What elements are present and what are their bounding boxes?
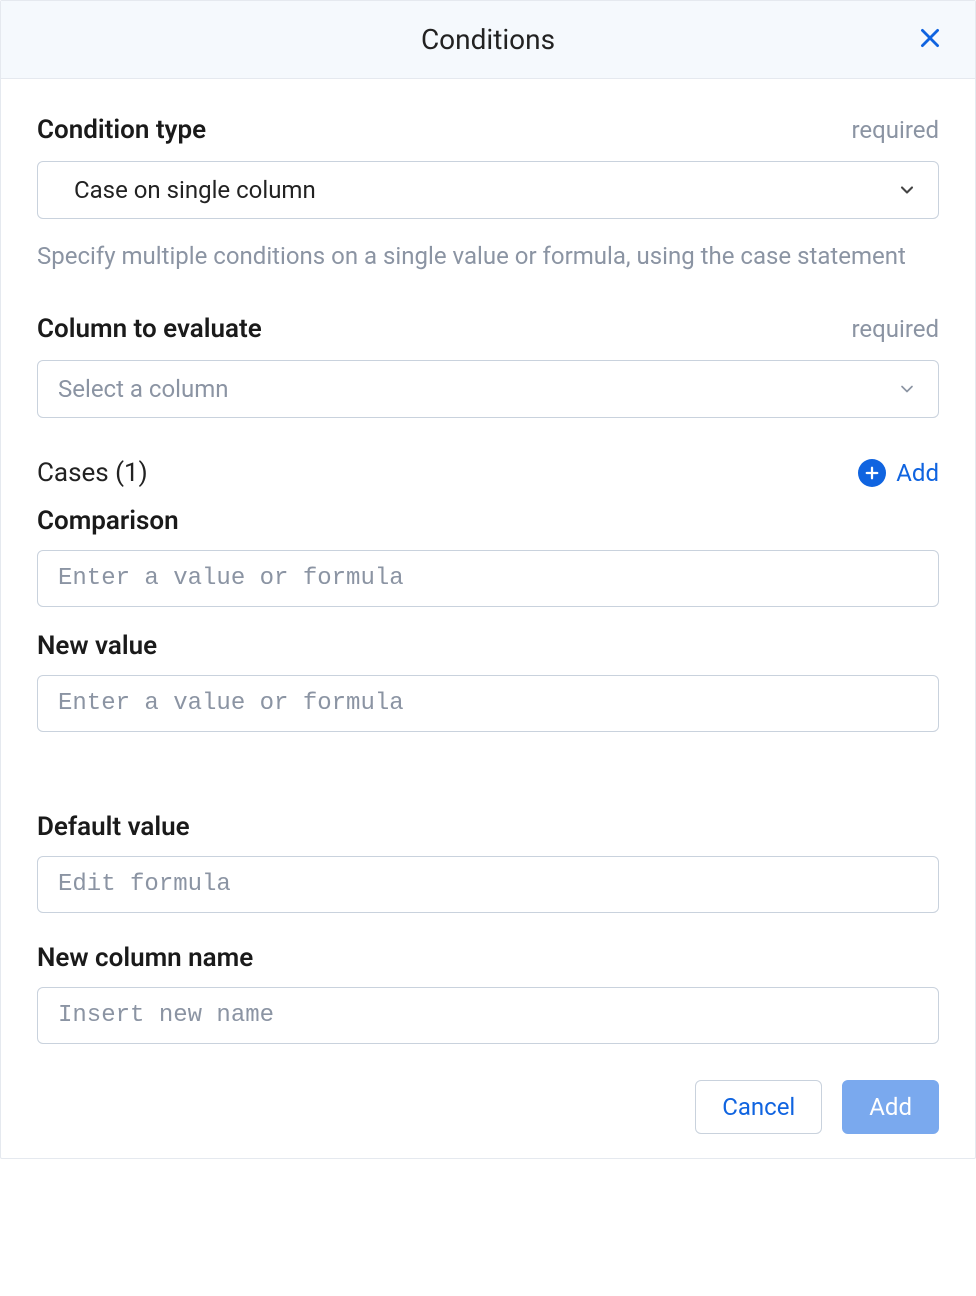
new-column-label: New column name [37,943,939,973]
modal-footer: Cancel Add [1,1070,975,1158]
comparison-label: Comparison [37,506,939,536]
close-button[interactable] [917,25,943,55]
add-button[interactable]: Add [842,1080,939,1134]
new-column-input[interactable] [37,987,939,1044]
required-tag: required [851,116,939,144]
required-tag: required [851,315,939,343]
default-value-field: Default value [37,812,939,913]
newvalue-input[interactable] [37,675,939,732]
modal-body: Condition type required Case on single c… [1,79,975,1070]
cases-group: Cases (1) Add Comparison New value [37,458,939,732]
default-value-label: Default value [37,812,939,842]
column-eval-label: Column to evaluate [37,314,262,344]
comparison-field: Comparison [37,506,939,607]
plus-circle-icon [858,459,886,487]
default-value-input[interactable] [37,856,939,913]
condition-type-label: Condition type [37,115,206,145]
condition-type-select[interactable]: Case on single column [37,161,939,219]
column-eval-group: Column to evaluate required Select a col… [37,314,939,418]
condition-type-header: Condition type required [37,115,939,145]
condition-type-help: Specify multiple conditions on a single … [37,239,939,274]
modal-header: Conditions [1,1,975,79]
column-eval-select-wrap: Select a column [37,360,939,418]
condition-type-group: Condition type required Case on single c… [37,115,939,274]
column-eval-select[interactable]: Select a column [37,360,939,418]
close-icon [917,25,943,55]
condition-type-select-wrap: Case on single column [37,161,939,219]
newvalue-label: New value [37,631,939,661]
cases-heading: Cases (1) [37,458,148,488]
cancel-button[interactable]: Cancel [695,1080,822,1134]
comparison-input[interactable] [37,550,939,607]
cases-header: Cases (1) Add [37,458,939,488]
add-case-button[interactable]: Add [858,459,939,487]
new-column-field: New column name [37,943,939,1044]
conditions-modal: Conditions Condition type required Case … [0,0,976,1159]
newvalue-field: New value [37,631,939,732]
column-eval-header: Column to evaluate required [37,314,939,344]
add-case-label: Add [896,459,939,487]
modal-title: Conditions [421,23,555,56]
